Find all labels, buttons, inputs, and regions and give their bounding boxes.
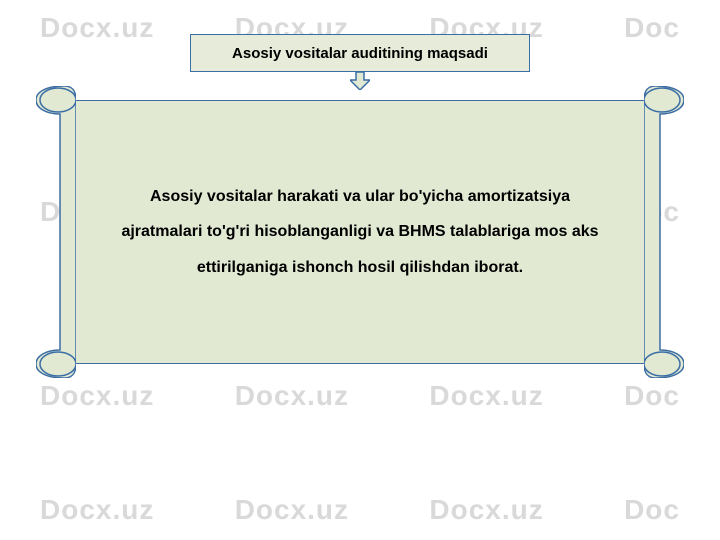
- watermark-text: Doc: [624, 494, 680, 526]
- watermark-text: Doc: [624, 12, 680, 44]
- watermark-text: Docx.uz: [429, 380, 543, 412]
- watermark-text: Docx.uz: [235, 380, 349, 412]
- arrow-down-icon: [350, 72, 370, 90]
- watermark-text: Docx.uz: [40, 494, 154, 526]
- watermark-text: Docx.uz: [40, 380, 154, 412]
- scroll-curl-left-icon: [36, 86, 76, 378]
- scroll-curl-right-icon: [644, 86, 684, 378]
- watermark-text: Docx.uz: [429, 494, 543, 526]
- body-text: Asosiy vositalar harakati va ular bo'yic…: [114, 179, 606, 285]
- title-text: Asosiy vositalar auditining maqsadi: [232, 45, 488, 62]
- title-box: Asosiy vositalar auditining maqsadi: [190, 34, 530, 72]
- watermark-text: Docx.uz: [235, 494, 349, 526]
- watermark-text: Docx.uz: [40, 12, 154, 44]
- watermark-text: Doc: [624, 380, 680, 412]
- scroll-body: Asosiy vositalar harakati va ular bo'yic…: [64, 100, 656, 364]
- watermark-row: Docx.uz Docx.uz Docx.uz Doc: [0, 494, 720, 526]
- watermark-row: Docx.uz Docx.uz Docx.uz Doc: [0, 380, 720, 412]
- scroll-panel: Asosiy vositalar harakati va ular bo'yic…: [36, 100, 684, 364]
